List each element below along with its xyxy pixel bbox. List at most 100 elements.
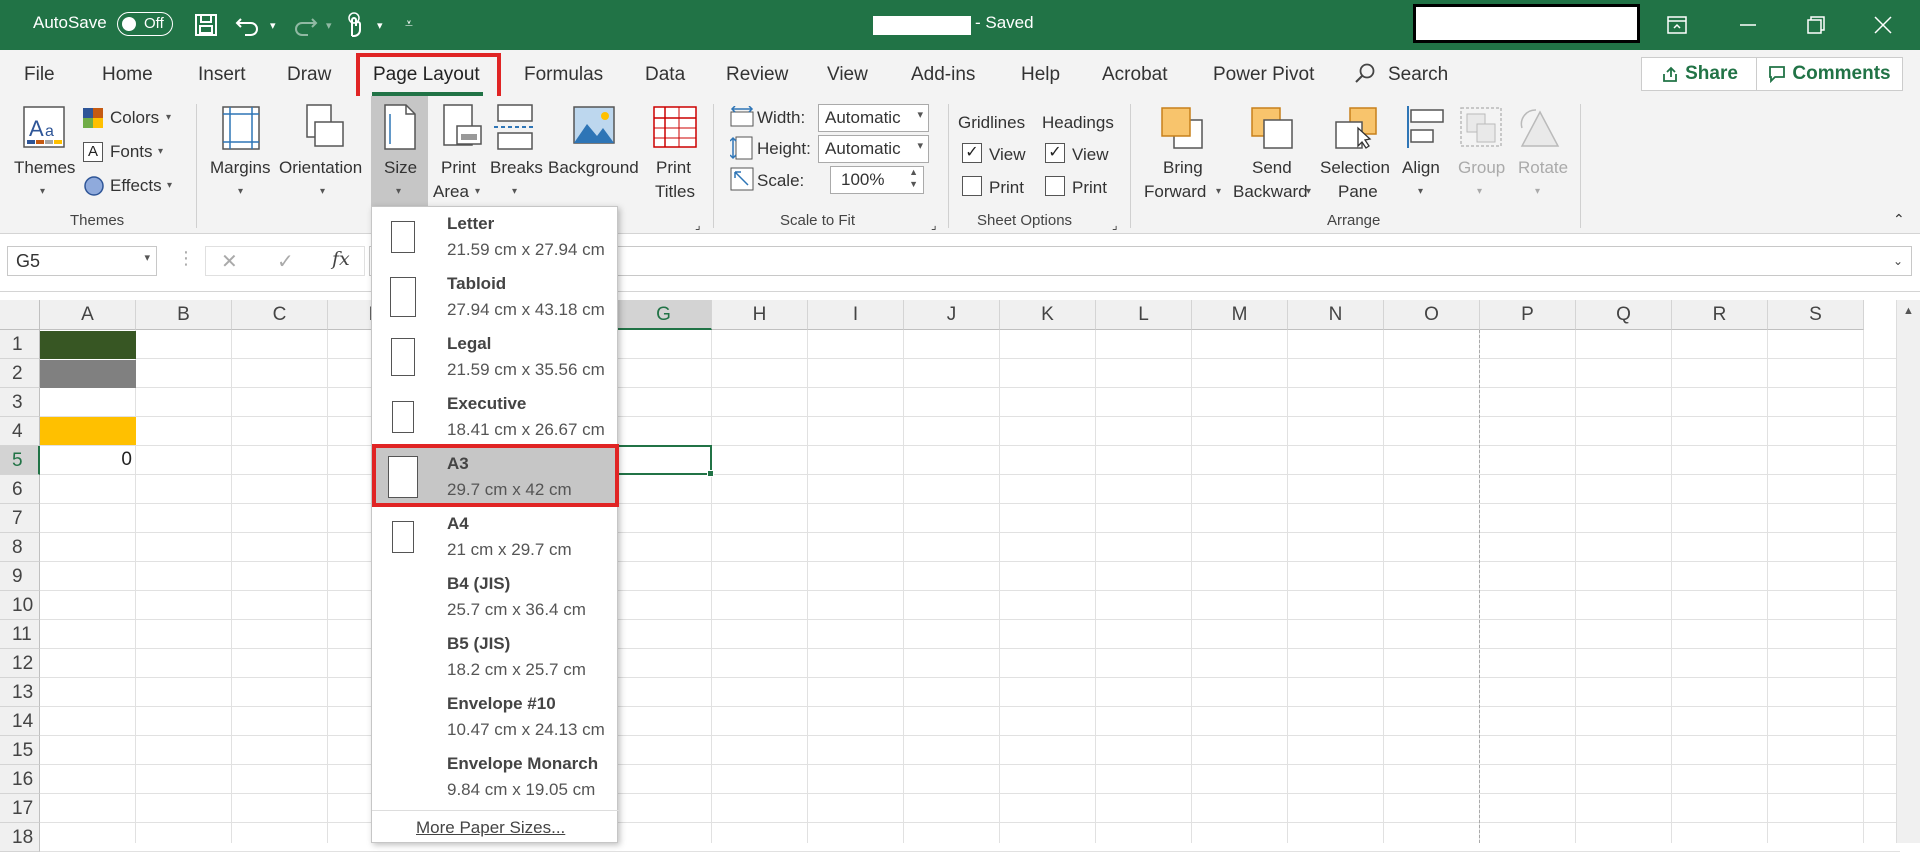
themes-dropdown-icon[interactable]: ▾ <box>40 180 45 203</box>
margins-button[interactable]: Margins <box>210 156 270 179</box>
send-backward-button-line2[interactable]: Backward <box>1233 180 1308 203</box>
background-icon[interactable] <box>573 106 615 151</box>
paper-size-option[interactable]: Legal 21.59 cm x 35.56 cm <box>372 327 619 387</box>
paper-size-option[interactable]: B4 (JIS) 25.7 cm x 36.4 cm <box>372 567 619 627</box>
gridlines-view-checkbox[interactable]: ✓ <box>962 143 982 163</box>
name-box-dropdown-icon[interactable]: ▾ <box>144 251 150 264</box>
row-header[interactable]: 17 <box>0 794 40 823</box>
print-titles-button-line2[interactable]: Titles <box>655 180 695 203</box>
undo-dropdown-icon[interactable]: ▾ <box>270 19 276 32</box>
paper-size-option[interactable]: A4 21 cm x 29.7 cm <box>372 507 619 567</box>
column-header[interactable]: O <box>1384 300 1480 330</box>
row-header[interactable]: 18 <box>0 823 40 852</box>
save-icon[interactable] <box>191 10 221 40</box>
selection-pane-button-line1[interactable]: Selection <box>1320 156 1390 179</box>
print-titles-button-line1[interactable]: Print <box>656 156 691 179</box>
width-select[interactable]: Automatic ▾ <box>818 104 929 132</box>
tab-add-ins[interactable]: Add-ins <box>911 64 975 86</box>
column-header[interactable]: H <box>712 300 808 330</box>
print-area-button-line1[interactable]: Print <box>441 156 476 179</box>
close-icon[interactable] <box>1863 10 1903 40</box>
search-box[interactable]: Search <box>1388 64 1448 86</box>
share-button[interactable]: Share <box>1641 57 1758 91</box>
bring-forward-dropdown-icon[interactable]: ▾ <box>1216 180 1221 203</box>
drag-handle-icon[interactable]: ⋮ <box>177 248 195 269</box>
row-header[interactable]: 10 <box>0 591 40 620</box>
column-header[interactable]: R <box>1672 300 1768 330</box>
themes-button[interactable]: Themes <box>14 156 75 179</box>
tab-formulas[interactable]: Formulas <box>524 64 603 86</box>
breaks-icon[interactable] <box>494 104 538 155</box>
themes-icon[interactable]: Aa <box>23 106 65 153</box>
paper-size-option[interactable]: Envelope #10 10.47 cm x 24.13 cm <box>372 687 619 747</box>
effects-dropdown-icon[interactable]: ▾ <box>167 174 172 197</box>
column-header[interactable]: J <box>904 300 1000 330</box>
paper-size-option[interactable]: Letter 21.59 cm x 27.94 cm <box>372 207 619 267</box>
selected-cell-g5[interactable] <box>616 445 712 475</box>
column-header[interactable]: B <box>136 300 232 330</box>
expand-formula-icon[interactable]: ⌄ <box>1893 254 1903 268</box>
colors-button[interactable]: Colors <box>110 106 159 129</box>
fill-handle[interactable] <box>707 470 714 477</box>
row-header[interactable]: 5 <box>0 446 40 475</box>
row-header[interactable]: 9 <box>0 562 40 591</box>
scale-spinner[interactable]: 100% ▲ ▼ <box>830 166 924 194</box>
cell-a5[interactable]: 0 <box>40 446 136 474</box>
undo-icon[interactable] <box>233 10 263 40</box>
fonts-button[interactable]: Fonts <box>110 140 153 163</box>
tab-file[interactable]: File <box>24 64 55 86</box>
bring-forward-icon[interactable] <box>1160 106 1204 155</box>
tab-power-pivot[interactable]: Power Pivot <box>1213 64 1314 86</box>
row-header[interactable]: 16 <box>0 765 40 794</box>
touch-dropdown-icon[interactable]: ▾ <box>377 19 383 32</box>
margins-dropdown-icon[interactable]: ▾ <box>238 180 243 203</box>
column-header[interactable]: Q <box>1576 300 1672 330</box>
row-header[interactable]: 14 <box>0 707 40 736</box>
autosave-toggle[interactable]: Off <box>117 12 173 36</box>
breaks-dropdown-icon[interactable]: ▾ <box>512 180 517 203</box>
column-header[interactable]: P <box>1480 300 1576 330</box>
row-header[interactable]: 12 <box>0 649 40 678</box>
send-backward-icon[interactable] <box>1250 106 1294 155</box>
tab-home[interactable]: Home <box>102 64 153 86</box>
effects-button[interactable]: Effects <box>110 174 162 197</box>
insert-function-button[interactable]: fx <box>332 248 350 270</box>
comments-button[interactable]: Comments <box>1756 57 1903 91</box>
row-header[interactable]: 4 <box>0 417 40 446</box>
size-button[interactable]: Size <box>384 156 417 179</box>
orientation-icon[interactable] <box>303 104 345 155</box>
print-area-icon[interactable] <box>443 104 483 155</box>
tab-data[interactable]: Data <box>645 64 685 86</box>
column-header[interactable]: A <box>40 300 136 330</box>
fonts-dropdown-icon[interactable]: ▾ <box>158 140 163 163</box>
colors-dropdown-icon[interactable]: ▾ <box>166 106 171 129</box>
tab-insert[interactable]: Insert <box>198 64 246 86</box>
tab-acrobat[interactable]: Acrobat <box>1102 64 1167 86</box>
selection-pane-icon[interactable] <box>1334 106 1378 155</box>
column-header[interactable]: S <box>1768 300 1864 330</box>
row-header[interactable]: 11 <box>0 620 40 649</box>
headings-view-checkbox[interactable]: ✓ <box>1045 143 1065 163</box>
collapse-ribbon-icon[interactable]: ⌃ <box>1893 208 1905 231</box>
paper-size-option[interactable]: Envelope Monarch 9.84 cm x 19.05 cm <box>372 747 619 807</box>
size-icon[interactable] <box>384 104 416 155</box>
orientation-button[interactable]: Orientation <box>279 156 362 179</box>
row-header[interactable]: 2 <box>0 359 40 388</box>
spin-up-down-icon[interactable]: ▲ ▼ <box>909 166 918 190</box>
cell-a1[interactable] <box>40 331 136 359</box>
align-icon[interactable] <box>1404 104 1448 155</box>
row-header[interactable]: 13 <box>0 678 40 707</box>
column-header[interactable]: L <box>1096 300 1192 330</box>
column-header[interactable]: I <box>808 300 904 330</box>
more-paper-sizes-link[interactable]: More Paper Sizes... <box>416 818 565 838</box>
column-header[interactable]: M <box>1192 300 1288 330</box>
column-header[interactable]: K <box>1000 300 1096 330</box>
margins-icon[interactable] <box>222 106 260 155</box>
select-all-corner[interactable] <box>0 300 40 330</box>
row-header[interactable]: 3 <box>0 388 40 417</box>
column-header[interactable]: C <box>232 300 328 330</box>
print-area-button-line2[interactable]: Area <box>433 180 469 203</box>
tab-draw[interactable]: Draw <box>287 64 331 86</box>
column-header[interactable]: G <box>616 300 712 330</box>
height-select[interactable]: Automatic ▾ <box>818 135 929 163</box>
